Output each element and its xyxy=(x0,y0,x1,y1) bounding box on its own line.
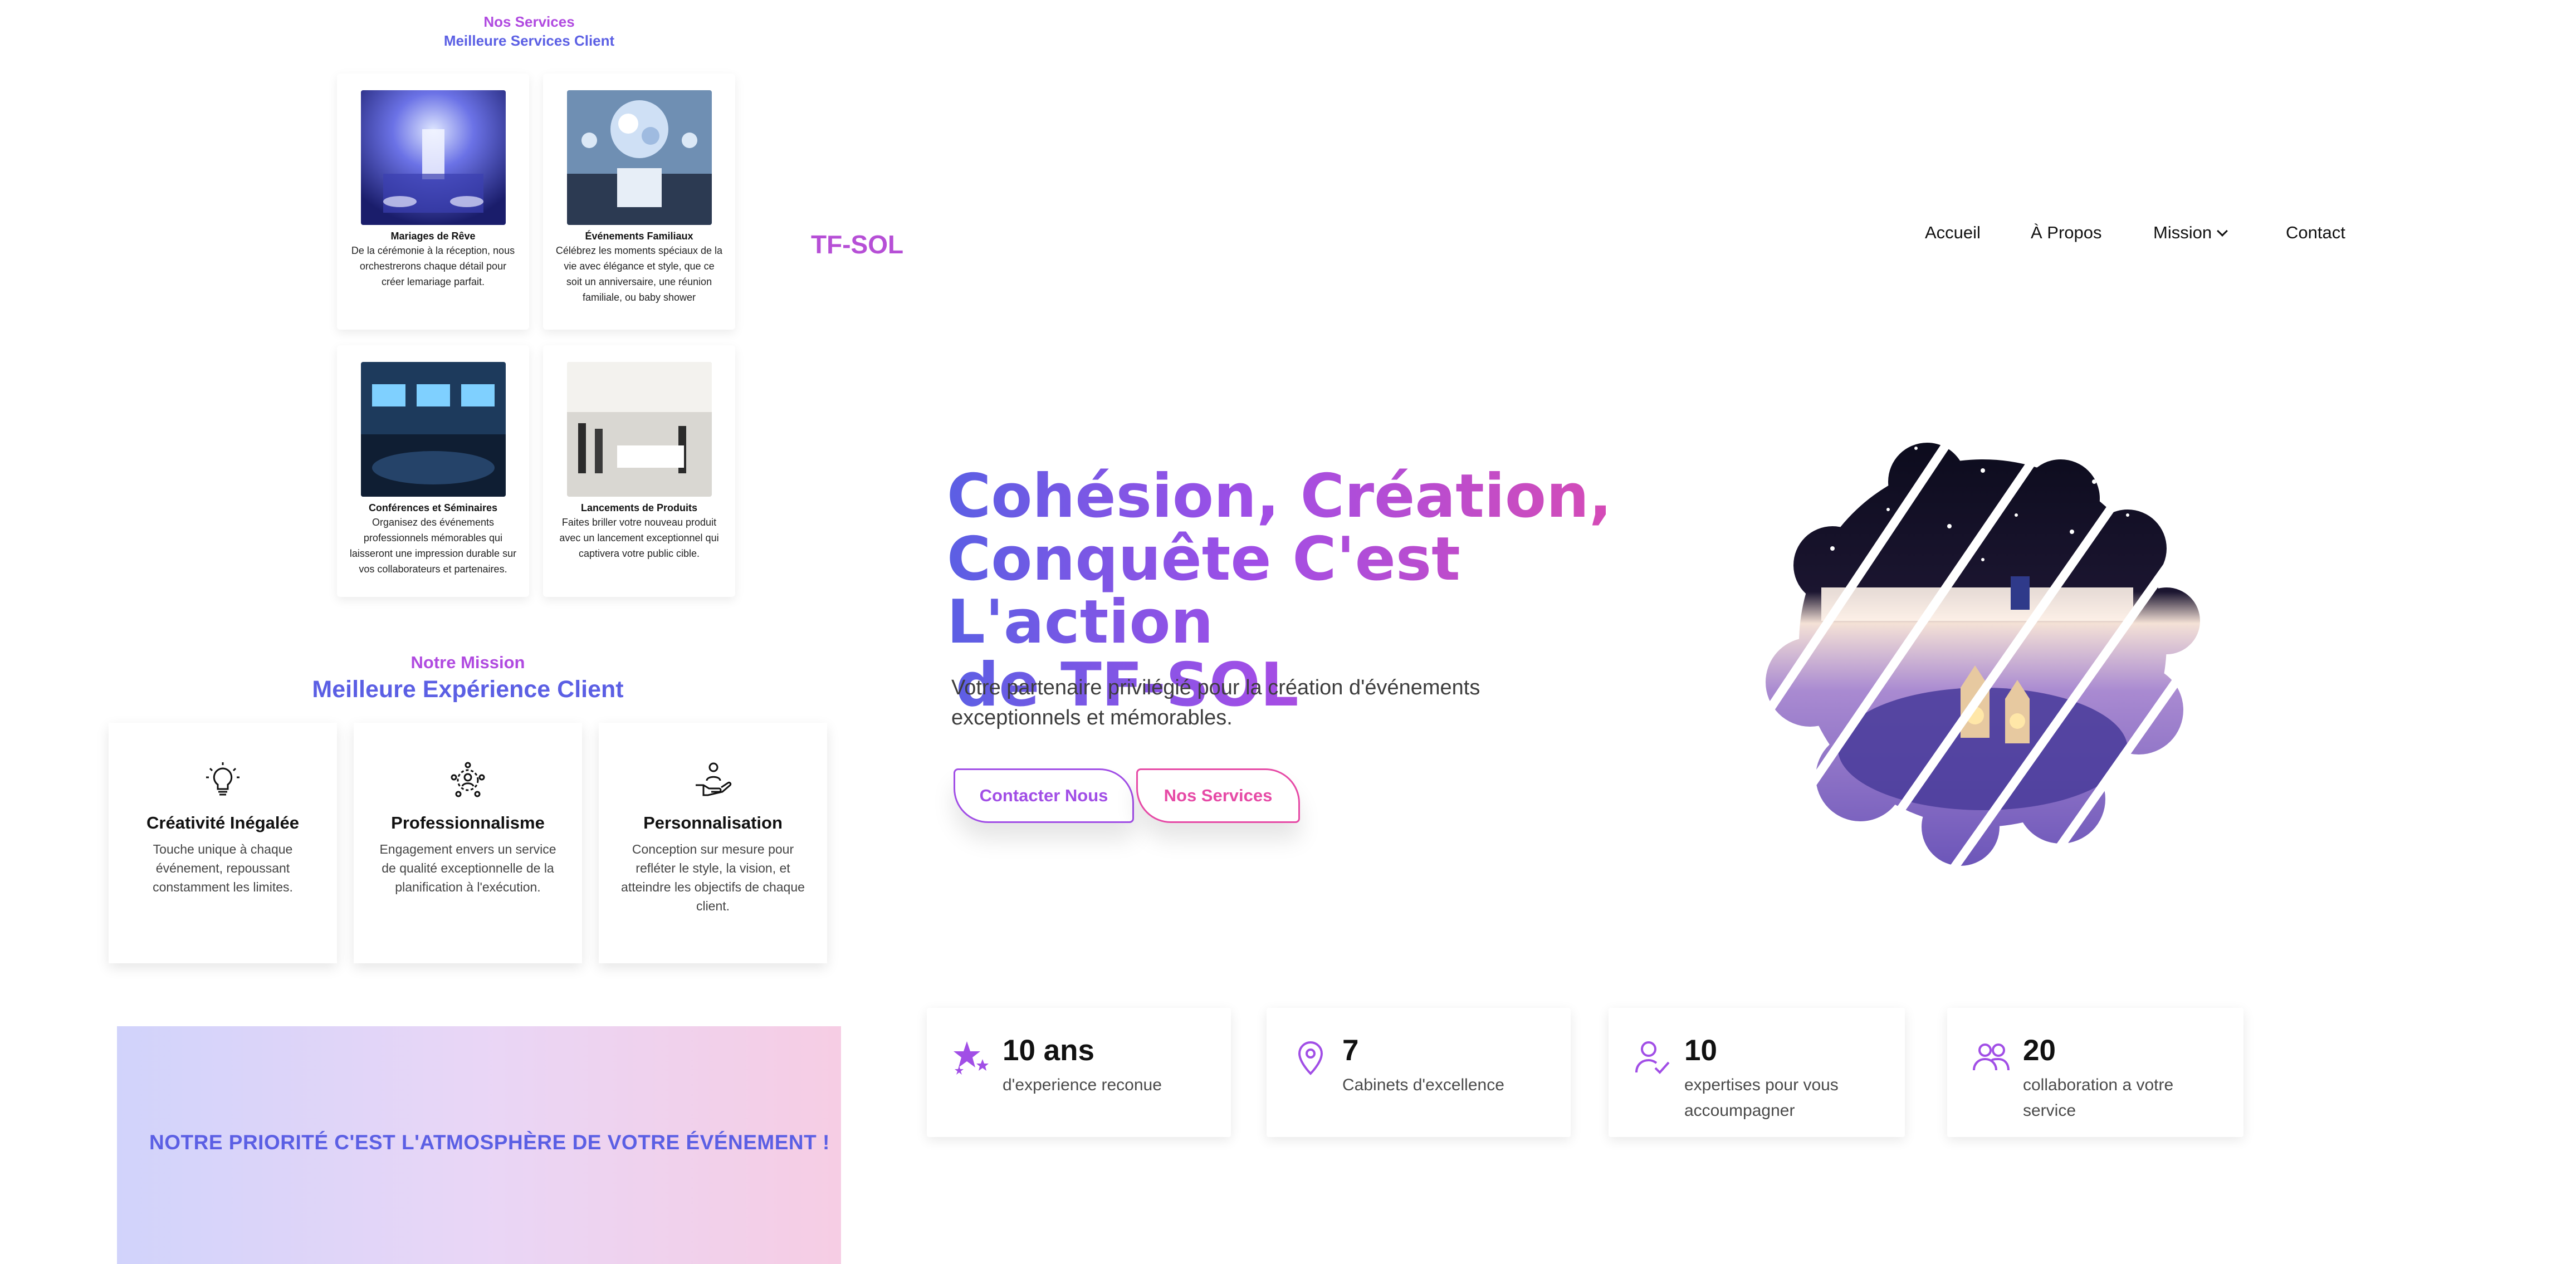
stat-value: 10 ans xyxy=(1003,1034,1095,1067)
mission-card-professionalism: Professionnalisme Engagement envers un s… xyxy=(354,723,582,963)
stat-card-experience: 10 ans d'experience reconue xyxy=(927,1008,1231,1137)
user-check-icon xyxy=(1633,1038,1672,1077)
stat-card-expertise: 10 expertises pour vous accoumpagner xyxy=(1609,1008,1905,1137)
hero-subtitle-line2: exceptionnels et mémorables. xyxy=(951,706,1233,729)
lightbulb-icon xyxy=(203,761,242,800)
service-desc: Faites briller votre nouveau produit ave… xyxy=(559,517,719,559)
hero-title-line1: Cohésion, Création, xyxy=(947,462,1612,531)
services-header: Nos Services Meilleure Services Client xyxy=(334,12,724,50)
service-title: Mariages de Rêve xyxy=(390,231,476,242)
service-card-weddings[interactable]: Mariages de Rêve De la cérémonie à la ré… xyxy=(337,74,529,330)
service-card-family[interactable]: Événements Familiaux Célébrez les moment… xyxy=(543,74,735,330)
service-card-conferences[interactable]: Conférences et Séminaires Organisez des … xyxy=(337,345,529,597)
service-photo-weddings xyxy=(360,90,506,225)
mission-header: Notre Mission Meilleure Expérience Clien… xyxy=(234,651,702,705)
priority-banner-text: NOTRE PRIORITÉ C'EST L'ATMOSPHÈRE DE VOT… xyxy=(149,1131,830,1154)
hero-event-image xyxy=(1717,362,2265,935)
service-desc: De la cérémonie à la réception, nous orc… xyxy=(351,245,515,287)
service-title: Conférences et Séminaires xyxy=(368,502,498,513)
mission-card-title: Professionnalisme xyxy=(391,813,545,832)
hero-title-line2: Conquête C'est L'action xyxy=(947,525,1460,657)
mission-card-personalisation: Personnalisation Conception sur mesure p… xyxy=(599,723,827,963)
mission-eyebrow: Notre Mission xyxy=(410,653,525,672)
nav-item-mission-label: Mission xyxy=(2153,223,2212,242)
mission-card-title: Personnalisation xyxy=(643,813,783,832)
stat-label: collaboration a votre service xyxy=(2023,1076,2174,1120)
stat-label: expertises pour vous accoumpagner xyxy=(1684,1076,1839,1120)
services-title: Meilleure Services Client xyxy=(443,32,615,49)
location-pin-icon xyxy=(1291,1038,1330,1077)
nav-item-contact[interactable]: Contact xyxy=(2286,223,2345,243)
contact-button[interactable]: Contacter Nous xyxy=(954,768,1134,823)
stat-card-collaboration: 20 collaboration a votre service xyxy=(1947,1008,2243,1137)
stat-value: 10 xyxy=(1684,1034,1717,1067)
service-photo-conferences xyxy=(360,362,506,497)
stat-value: 20 xyxy=(2023,1034,2056,1067)
services-eyebrow: Nos Services xyxy=(483,13,575,30)
service-card-launches[interactable]: Lancements de Produits Faites briller vo… xyxy=(543,345,735,597)
hero-subtitle: Votre partenaire privilégié pour la créa… xyxy=(951,673,1553,733)
site-logo[interactable]: TF-SOL xyxy=(811,229,903,259)
hero-subtitle-line1: Votre partenaire privilégié pour la créa… xyxy=(951,676,1480,699)
stat-label: d'experience reconue xyxy=(1003,1076,1162,1094)
nav-item-mission[interactable]: Mission xyxy=(2153,223,2228,243)
mission-card-title: Créativité Inégalée xyxy=(146,813,299,832)
stars-icon xyxy=(951,1038,990,1077)
mission-card-desc: Touche unique à chaque événement, repous… xyxy=(153,842,293,894)
service-photo-family xyxy=(566,90,712,225)
service-desc: Organisez des événements professionnels … xyxy=(349,517,517,575)
mission-card-desc: Conception sur mesure pour refléter le s… xyxy=(621,842,805,913)
nav-item-about[interactable]: À Propos xyxy=(2031,223,2102,243)
chevron-down-icon xyxy=(2217,226,2228,237)
stat-card-offices: 7 Cabinets d'excellence xyxy=(1267,1008,1571,1137)
users-icon xyxy=(1972,1038,2011,1077)
team-gear-icon xyxy=(448,761,487,800)
mission-card-creativity: Créativité Inégalée Touche unique à chaq… xyxy=(109,723,337,963)
stat-label: Cabinets d'excellence xyxy=(1342,1076,1504,1094)
mission-card-desc: Engagement envers un service de qualité … xyxy=(379,842,556,894)
service-title: Lancements de Produits xyxy=(580,502,698,513)
services-button[interactable]: Nos Services xyxy=(1136,768,1300,823)
service-photo-launches xyxy=(566,362,712,497)
priority-banner: NOTRE PRIORITÉ C'EST L'ATMOSPHÈRE DE VOT… xyxy=(117,1026,841,1264)
nav-item-home[interactable]: Accueil xyxy=(1925,223,1981,243)
service-desc: Célébrez les moments spéciaux de la vie … xyxy=(555,245,723,303)
mission-title: Meilleure Expérience Client xyxy=(312,676,624,703)
stat-value: 7 xyxy=(1342,1034,1359,1067)
service-title: Événements Familiaux xyxy=(585,231,693,242)
hand-person-icon xyxy=(693,761,732,800)
